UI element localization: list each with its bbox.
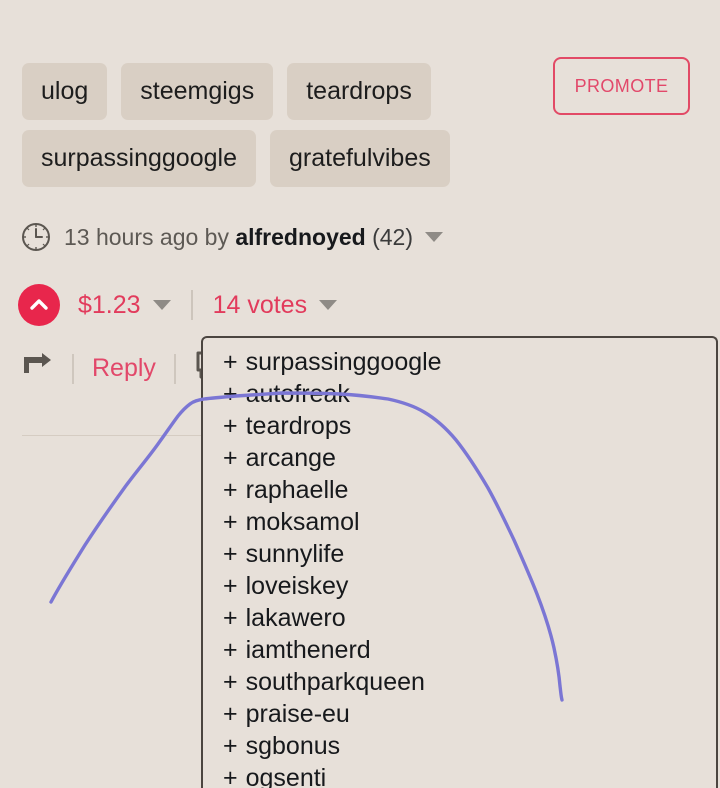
voter-item[interactable]: + sunnylife	[203, 538, 716, 570]
plus-icon: +	[223, 732, 238, 760]
votes-caret-icon[interactable]	[319, 300, 338, 310]
reply-link[interactable]: Reply	[92, 354, 156, 383]
actions-divider-2	[173, 353, 176, 384]
clock-icon	[20, 221, 52, 253]
resteem-arrow-icon[interactable]	[20, 351, 54, 386]
payout-caret-icon[interactable]	[152, 300, 171, 310]
plus-icon: +	[223, 764, 238, 788]
tag-chip-teardrops[interactable]: teardrops	[287, 63, 431, 120]
tag-chip-ulog[interactable]: ulog	[22, 63, 108, 120]
author-reputation: (42)	[365, 223, 414, 250]
payout-amount[interactable]: $1.23	[78, 291, 141, 320]
plus-icon: +	[223, 412, 238, 440]
post-actions: Reply	[20, 350, 224, 387]
voter-name: loveiskey	[245, 572, 349, 600]
voter-item[interactable]: + praise-eu	[203, 698, 716, 730]
voter-name: iamthenerd	[245, 636, 371, 664]
plus-icon: +	[223, 636, 238, 664]
payout-divider	[190, 290, 193, 320]
post-meta-text: 13 hours ago by alfrednoyed (42)	[64, 224, 413, 251]
voter-name: autofreak	[245, 380, 350, 408]
voter-name: moksamol	[245, 508, 360, 536]
post-meta: 13 hours ago by alfrednoyed (42)	[20, 221, 444, 253]
voter-name: sgbonus	[245, 732, 341, 760]
plus-icon: +	[223, 700, 238, 728]
tag-row-2: surpassinggoogle gratefulvibes	[22, 130, 522, 187]
voter-item[interactable]: + moksamol	[203, 506, 716, 538]
voter-item[interactable]: + sgbonus	[203, 730, 716, 762]
voter-item[interactable]: + arcange	[203, 442, 716, 474]
voter-item[interactable]: + loveiskey	[203, 570, 716, 602]
plus-icon: +	[223, 508, 238, 536]
voter-item[interactable]: + ogsenti	[203, 762, 716, 788]
voter-item[interactable]: + raphaelle	[203, 474, 716, 506]
plus-icon: +	[223, 668, 238, 696]
author-menu-caret-icon[interactable]	[425, 232, 444, 242]
plus-icon: +	[223, 444, 238, 472]
voters-list: + surpassinggoogle + autofreak + teardrops + ar…	[203, 338, 716, 788]
voter-item[interactable]: + southparkqueen	[203, 666, 716, 698]
plus-icon: +	[223, 348, 238, 376]
upvote-button[interactable]	[18, 284, 60, 326]
votes-count[interactable]: 14 votes	[213, 291, 308, 320]
post-footer-screen: ulog steemgigs teardrops surpassinggoogl…	[0, 0, 720, 788]
post-timestamp: 13 hours ago by	[64, 223, 236, 250]
plus-icon: +	[223, 476, 238, 504]
voter-name: raphaelle	[245, 476, 349, 504]
voter-item[interactable]: + lakawero	[203, 602, 716, 634]
voter-name: arcange	[245, 444, 336, 472]
tag-chip-gratefulvibes[interactable]: gratefulvibes	[269, 130, 450, 187]
payout-row: $1.23 14 votes	[18, 284, 338, 326]
actions-divider-1	[72, 353, 74, 384]
promote-button[interactable]: PROMOTE	[553, 57, 690, 115]
plus-icon: +	[223, 540, 238, 568]
tag-chip-steemgigs[interactable]: steemgigs	[121, 63, 274, 120]
voters-dropdown-panel: + surpassinggoogle + autofreak + teardrops + ar…	[201, 336, 718, 788]
voter-name: southparkqueen	[245, 668, 425, 696]
voter-name: ogsenti	[245, 764, 327, 788]
voter-name: sunnylife	[245, 540, 345, 568]
voter-name: lakawero	[245, 604, 346, 632]
voter-item[interactable]: + iamthenerd	[203, 634, 716, 666]
post-author[interactable]: alfrednoyed	[235, 224, 365, 250]
chevron-up-icon	[30, 299, 48, 310]
tag-chip-surpassinggoogle[interactable]: surpassinggoogle	[22, 130, 256, 187]
voter-item[interactable]: + surpassinggoogle	[203, 346, 716, 378]
plus-icon: +	[223, 604, 238, 632]
tag-list: ulog steemgigs teardrops surpassinggoogl…	[22, 63, 522, 197]
tag-row-1: ulog steemgigs teardrops	[22, 63, 522, 120]
voter-name: surpassinggoogle	[245, 348, 442, 376]
voter-name: praise-eu	[245, 700, 350, 728]
voter-name: teardrops	[245, 412, 352, 440]
voter-item[interactable]: + autofreak	[203, 378, 716, 410]
voter-item[interactable]: + teardrops	[203, 410, 716, 442]
plus-icon: +	[223, 380, 238, 408]
plus-icon: +	[223, 572, 238, 600]
